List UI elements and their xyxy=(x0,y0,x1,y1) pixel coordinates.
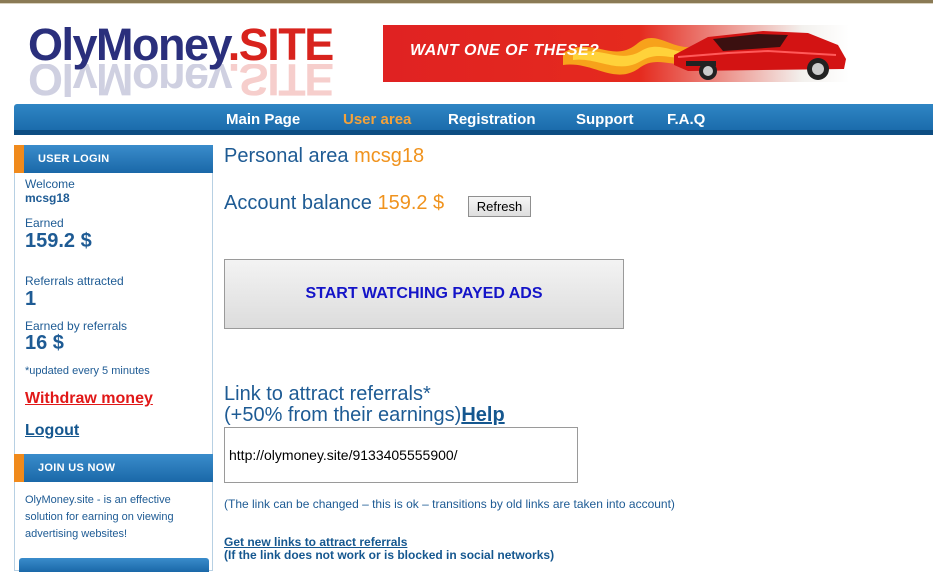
balance-label: Account balance xyxy=(224,192,372,214)
nav-user-area[interactable]: User area xyxy=(343,111,411,128)
referral-title-line2: (+50% from their earnings) xyxy=(224,404,462,426)
link-change-note: (The link can be changed – this is ok – … xyxy=(224,497,675,511)
start-watching-button[interactable]: START WATCHING PAYED ADS xyxy=(224,259,624,329)
help-link[interactable]: Help xyxy=(461,404,504,426)
nav-faq[interactable]: F.A.Q xyxy=(667,111,705,128)
join-panel: OlyMoney.site - is an effective solution… xyxy=(14,482,213,572)
ad-banner[interactable]: WANT ONE OF THESE? xyxy=(383,25,849,82)
banner-text: WANT ONE OF THESE? xyxy=(410,42,600,59)
welcome-label: Welcome xyxy=(25,177,75,191)
user-login-header: USER LOGIN xyxy=(14,145,213,173)
referral-link-title: Link to attract referrals* (+50% from th… xyxy=(224,384,505,426)
new-links-note: (If the link does not work or is blocked… xyxy=(224,548,555,562)
user-login-panel: Welcome mcsg18 Earned 159.2 $ Referrals … xyxy=(14,173,213,456)
nav-shadow xyxy=(14,130,933,135)
referral-title-line1: Link to attract referrals* xyxy=(224,383,431,405)
referrals-value: 1 xyxy=(25,288,37,310)
ref-earned-label: Earned by referrals xyxy=(25,319,128,333)
referrals-label: Referrals attracted xyxy=(25,274,124,288)
join-description: OlyMoney.site - is an effective solution… xyxy=(25,494,174,540)
logo-reflection: OlyMoney.SITE xyxy=(28,64,333,104)
earned-label: Earned xyxy=(25,216,64,230)
nav-registration[interactable]: Registration xyxy=(448,111,536,128)
personal-area-heading: Personal area mcsg18 xyxy=(224,145,424,168)
header-accent xyxy=(14,454,24,482)
main-content: Personal area mcsg18 Account balance 159… xyxy=(224,140,933,570)
logo-text: OlyMoney.SITE xyxy=(28,19,334,70)
car-icon xyxy=(674,31,846,80)
earned-value: 159.2 $ xyxy=(25,230,92,252)
account-balance: Account balance 159.2 $ xyxy=(224,192,444,215)
nav-support[interactable]: Support xyxy=(576,111,634,128)
join-title: JOIN US NOW xyxy=(38,462,116,474)
user-login-title: USER LOGIN xyxy=(38,153,110,165)
refresh-button[interactable]: Refresh xyxy=(468,196,531,217)
logout-link[interactable]: Logout xyxy=(25,422,79,440)
nav-main-page[interactable]: Main Page xyxy=(226,111,300,128)
sidebar-username: mcsg18 xyxy=(25,191,70,205)
top-border-shadow xyxy=(0,3,933,4)
personal-area-username: mcsg18 xyxy=(354,145,425,167)
site-logo[interactable]: OlyMoney.SITE OlyMoney.SITE xyxy=(28,19,368,105)
personal-area-label: Personal area xyxy=(224,145,349,167)
update-note: *updated every 5 minutes xyxy=(25,365,150,377)
sidebar: USER LOGIN Welcome mcsg18 Earned 159.2 $… xyxy=(14,145,213,572)
join-header: JOIN US NOW xyxy=(14,454,213,482)
header-accent xyxy=(14,145,24,173)
balance-value: 159.2 $ xyxy=(377,192,445,214)
get-new-links-link[interactable]: Get new links to attract referrals xyxy=(224,535,407,549)
main-nav: Main Page User area Registration Support… xyxy=(14,104,933,135)
withdraw-link[interactable]: Withdraw money xyxy=(25,390,153,408)
ref-earned-value: 16 $ xyxy=(25,332,64,354)
referral-link-input[interactable] xyxy=(224,427,578,483)
